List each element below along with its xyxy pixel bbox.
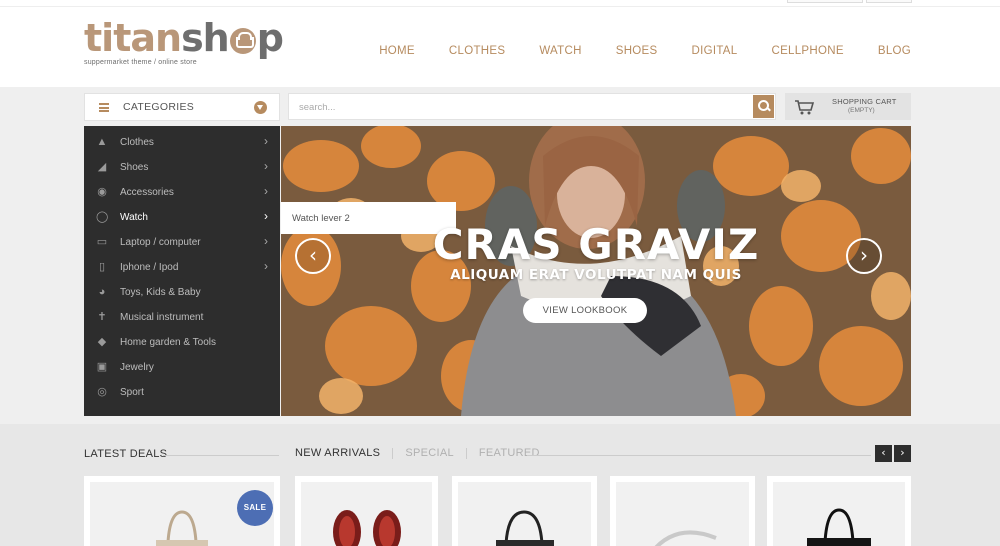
search-icon[interactable] (753, 95, 774, 118)
cart-status: (EMPTY) (848, 107, 875, 114)
prev-products-button[interactable]: ‹ (875, 445, 892, 462)
category-label: Laptop / computer (120, 237, 201, 248)
wrench-icon: ✝ (97, 311, 107, 323)
chevron-down-icon[interactable] (254, 101, 267, 114)
category-label: Clothes (120, 137, 154, 148)
nav-cellphone[interactable]: CELLPHONE (771, 45, 843, 57)
category-item-clothes[interactable]: ▲ Clothes › (84, 130, 280, 155)
tab-featured[interactable]: FEATURED (479, 447, 540, 459)
ball-icon: ◉ (97, 186, 107, 198)
chevron-right-icon: › (264, 184, 268, 198)
category-label: Watch (120, 212, 148, 223)
category-item-laptop[interactable]: ▭ Laptop / computer › (84, 230, 280, 255)
category-label: Shoes (120, 162, 149, 173)
product-image (458, 482, 591, 546)
product-card[interactable] (610, 476, 755, 546)
category-item-sport[interactable]: ◎ Sport (84, 380, 280, 405)
product-image (616, 482, 749, 546)
chevron-right-icon: › (264, 159, 268, 173)
search-input[interactable] (299, 99, 739, 115)
chevron-right-icon: › (900, 446, 905, 459)
laptop-icon: ▭ (96, 236, 108, 248)
tab-new-arrivals[interactable]: NEW ARRIVALS (295, 447, 380, 459)
category-label: Sport (120, 387, 144, 398)
product-card[interactable] (767, 476, 911, 546)
divider (527, 455, 871, 456)
white-handbag-image (654, 530, 717, 546)
next-products-button[interactable]: › (894, 445, 911, 462)
top-strip (0, 0, 1000, 7)
logo-text-titan: titan (84, 16, 182, 60)
chevron-right-icon: › (264, 134, 268, 148)
divider (163, 455, 279, 456)
site-header: titansh p suppermarket theme / online sto… (0, 7, 1000, 87)
basket-icon (229, 28, 256, 54)
dress-icon: ▲ (96, 136, 108, 148)
category-item-home-garden[interactable]: ◆ Home garden & Tools (84, 330, 280, 355)
categories-toggle[interactable]: CATEGORIES (84, 93, 280, 121)
category-label: Home garden & Tools (120, 337, 216, 348)
product-tabs: NEW ARRIVALS SPECIAL FEATURED (295, 447, 540, 459)
diamond-icon: ◆ (97, 336, 107, 348)
list-icon (99, 103, 109, 112)
cap-icon: ◕ (98, 286, 106, 298)
category-item-toys[interactable]: ◕ Toys, Kids & Baby (84, 280, 280, 305)
phone-icon: ▯ (98, 261, 106, 273)
nav-clothes[interactable]: CLOTHES (449, 45, 505, 57)
chevron-right-icon: › (264, 259, 268, 273)
product-image (301, 482, 432, 546)
category-label: Musical instrument (120, 312, 204, 323)
top-link-2[interactable] (866, 0, 912, 3)
nav-watch[interactable]: WATCH (539, 45, 581, 57)
latest-deals-title: LATEST DEALS (84, 448, 168, 460)
slide-headline: CRAS GRAVIZ (432, 220, 760, 269)
logo[interactable]: titansh p suppermarket theme / online sto… (84, 16, 284, 66)
divider (465, 447, 467, 459)
cart-icon (795, 100, 815, 115)
category-label: Accessories (120, 187, 174, 198)
red-heels-image (333, 510, 401, 546)
chevron-left-icon: ‹ (881, 446, 886, 459)
shoe-icon: ◢ (97, 161, 107, 173)
product-image (773, 482, 905, 546)
product-card[interactable] (295, 476, 438, 546)
divider (392, 447, 394, 459)
category-item-watch[interactable]: ◯ Watch › (84, 205, 280, 230)
logo-text-sh: sh (181, 16, 230, 60)
main-nav: HOME CLOTHES WATCH SHOES DIGITAL CELLPHO… (345, 45, 911, 57)
categories-title: CATEGORIES (123, 101, 195, 113)
watch-icon: ◯ (96, 211, 109, 223)
nav-home[interactable]: HOME (379, 45, 415, 57)
gift-icon: ▣ (96, 361, 108, 373)
hero-slider: Watch lever 2 ‹ › CRAS GRAVIZ ALIQUAM ER… (281, 126, 911, 416)
chevron-right-icon: › (264, 234, 268, 248)
cart-title: SHOPPING CART (832, 97, 897, 106)
product-card[interactable] (452, 476, 597, 546)
category-label: Jewelry (120, 362, 154, 373)
view-lookbook-button[interactable]: VIEW LOOKBOOK (523, 298, 647, 323)
categories-menu: ▲ Clothes › ◢ Shoes › ◉ Accessories › ◯ … (84, 126, 280, 416)
shopping-cart[interactable]: SHOPPING CART (EMPTY) (785, 93, 911, 120)
search-box (288, 93, 776, 120)
category-item-accessories[interactable]: ◉ Accessories › (84, 180, 280, 205)
category-item-musical[interactable]: ✝ Musical instrument (84, 305, 280, 330)
nav-digital[interactable]: DIGITAL (691, 45, 737, 57)
category-item-iphone[interactable]: ▯ Iphone / Ipod › (84, 255, 280, 280)
category-label: Toys, Kids & Baby (120, 287, 201, 298)
black-tote-image (807, 508, 871, 546)
black-handbag-image (496, 510, 554, 546)
nav-shoes[interactable]: SHOES (616, 45, 658, 57)
logo-tagline: suppermarket theme / online store (84, 59, 197, 66)
top-link-1[interactable] (787, 0, 863, 3)
globe-icon: ◎ (97, 386, 107, 398)
slide-subline: ALIQUAM ERAT VOLUTPAT NAM QUIS (450, 267, 742, 283)
sale-badge: SALE (237, 490, 273, 526)
category-item-shoes[interactable]: ◢ Shoes › (84, 155, 280, 180)
category-item-jewelry[interactable]: ▣ Jewelry (84, 355, 280, 380)
nav-blog[interactable]: BLOG (878, 45, 911, 57)
category-label: Iphone / Ipod (120, 262, 179, 273)
tab-special[interactable]: SPECIAL (405, 447, 454, 459)
chevron-right-icon: › (264, 209, 268, 223)
logo-text-p: p (256, 16, 284, 60)
